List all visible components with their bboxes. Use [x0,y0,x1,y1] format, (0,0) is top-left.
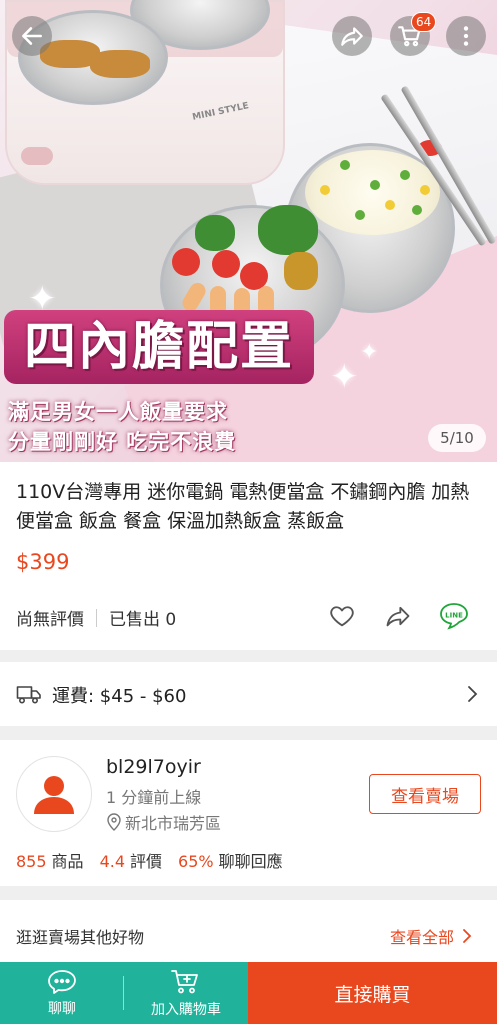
seller-last-online: 1 分鐘前上線 [106,788,202,807]
back-button[interactable] [12,16,52,56]
user-icon [34,776,74,814]
more-button[interactable] [446,16,486,56]
view-all-label: 查看全部 [390,928,455,947]
banner-text: 四內膽配置 [23,316,294,377]
bottom-action-bar: 聊聊 加入購物車 直接購買 [0,962,497,1024]
share-icon [386,606,410,627]
seller-name[interactable]: bl29l7oyir [106,756,201,778]
shipping-fee: 運費: $45 - $60 [52,686,187,707]
chat-icon [48,969,76,994]
product-price: $399 [16,550,70,574]
share-product-button[interactable] [382,600,414,632]
shipping-row[interactable]: 運費: $45 - $60 [0,662,497,726]
chevron-right-icon [468,686,478,702]
truck-icon [16,686,41,704]
line-icon: LINE [440,603,468,630]
share-icon [341,27,363,46]
feature-banner: 四內膽配置 [4,310,314,384]
view-all-link[interactable]: 查看全部 [390,924,472,948]
rating-text[interactable]: 尚無評價 [16,605,84,630]
product-title: 110V台灣專用 迷你電鍋 電熱便當盒 不鏽鋼內膽 加熱便當盒 飯盒 餐盒 保溫… [16,481,470,532]
divider [123,976,124,1010]
banner-subtitle: 滿足男女一人飯量要求 [8,400,228,424]
add-cart-icon [171,969,198,993]
visit-store-button[interactable]: 查看賣場 [369,774,481,814]
location-pin-icon [107,813,121,831]
chevron-right-icon [463,929,472,943]
product-meta: 尚無評價 已售出 0 [16,605,176,630]
stat-rating: 4.4 評價 [99,852,163,871]
divider [96,608,97,627]
product-info: 110V台灣專用 迷你電鍋 電熱便當盒 不鏽鋼內膽 加熱便當盒 飯盒 餐盒 保溫… [0,462,497,650]
favorite-button[interactable] [326,600,358,632]
seller-location-text: 新北市瑞芳區 [125,814,222,833]
image-counter: 5/10 [428,424,486,452]
seller-stats: 855 商品 4.4 評價 65% 聊聊回應 [16,848,283,872]
brand-mark: MINI STYLE [191,101,250,123]
arrow-left-icon [22,27,42,45]
line-label: LINE [445,612,463,620]
add-to-cart-button[interactable]: 加入購物車 [124,962,248,1024]
chat-label: 聊聊 [48,1000,76,1017]
more-vertical-icon [463,26,469,46]
seller-location: 新北市瑞芳區 [106,810,221,834]
banner-subtitle: 分量剛剛好 吃完不浪費 [8,430,237,454]
stat-products: 855 商品 [16,852,84,871]
add-cart-label: 加入購物車 [151,1001,221,1018]
heart-icon [330,606,354,627]
food [90,50,150,78]
chat-button[interactable]: 聊聊 [0,962,124,1024]
bottom-left-actions: 聊聊 加入購物車 [0,962,248,1024]
cart-button[interactable]: 64 [390,12,437,56]
more-from-store: 逛逛賣場其他好物 查看全部 [0,900,497,962]
seller-section: bl29l7oyir 1 分鐘前上線 新北市瑞芳區 查看賣場 855 商品 4.4… [0,740,497,886]
sold-count: 已售出 0 [109,610,177,630]
line-share-button[interactable]: LINE [438,600,470,632]
product-page: MINI STYLE ✦ ✦ ✦ 四內膽配置 滿足男女一人飯量要求 分量剛剛好 … [0,0,497,1024]
more-from-store-label: 逛逛賣場其他好物 [16,928,145,947]
sparkle-icon: ✦ [360,340,379,365]
stat-chat-response: 65% 聊聊回應 [178,852,283,871]
share-button[interactable] [332,16,372,56]
product-image[interactable]: MINI STYLE ✦ ✦ ✦ 四內膽配置 滿足男女一人飯量要求 分量剛剛好 … [0,0,497,462]
sparkle-icon: ✦ [330,357,359,397]
cart-count-badge: 64 [411,12,437,32]
seller-avatar[interactable] [16,756,92,832]
buy-now-button[interactable]: 直接購買 [248,962,497,1024]
